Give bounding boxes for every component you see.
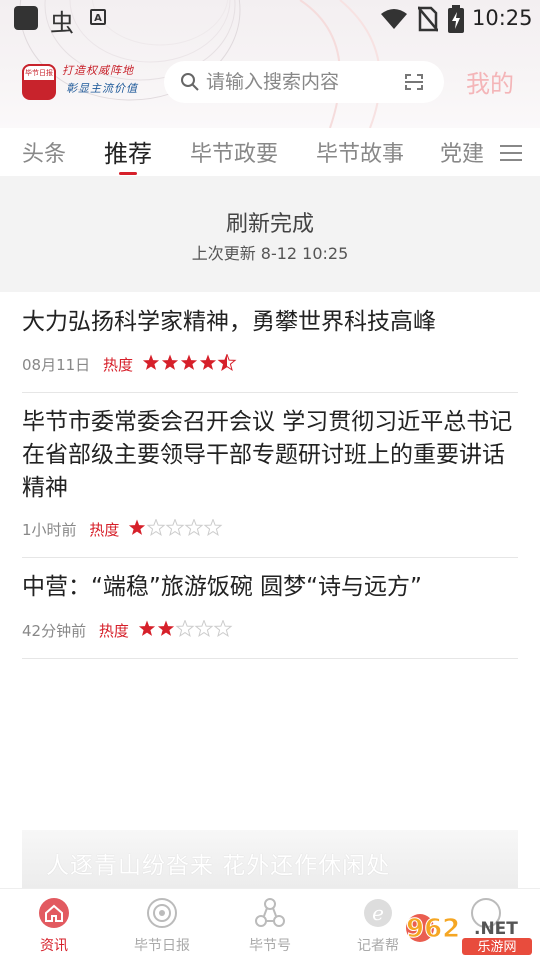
bug-icon: 虫: [50, 9, 74, 37]
tab-headline[interactable]: 头条: [22, 136, 66, 168]
tab-party-building[interactable]: 党建: [440, 136, 484, 168]
news-meta: 42分钟前 热度: [22, 620, 234, 641]
newspaper-icon: [147, 898, 177, 928]
star-icon: [217, 354, 237, 372]
refresh-title: 刷新完成: [225, 212, 314, 237]
heat-stars: [138, 620, 233, 638]
slogan-line-2: 彰显主流价值: [66, 82, 138, 95]
active-tab-indicator: [119, 172, 137, 175]
heat-label: 热度: [89, 521, 120, 539]
site-watermark: 962 .NET 乐游网: [406, 914, 532, 955]
star-icon: [213, 620, 233, 638]
star-icon: [203, 519, 223, 537]
mine-button[interactable]: 我的: [466, 64, 514, 99]
news-meta: 1小时前 热度: [22, 519, 224, 540]
status-bar: 虫 A 10:25: [0, 0, 540, 38]
watermark-suffix: .NET: [474, 919, 518, 939]
no-sim-icon: [418, 6, 438, 32]
news-meta: 08月11日 热度: [22, 354, 238, 375]
search-bar[interactable]: 请输入搜索内容: [164, 61, 444, 103]
slogan-line-1: 打造权威阵地: [62, 64, 134, 77]
menu-icon[interactable]: [500, 144, 522, 162]
star-icon: [161, 354, 178, 370]
heat-stars: [142, 354, 237, 372]
scan-icon[interactable]: [404, 73, 424, 91]
star-icon: [194, 620, 214, 638]
search-icon: [181, 73, 199, 91]
nav-bijie-account[interactable]: 毕节号: [216, 889, 324, 961]
header: 虫 A 10:25 毕节日报 打造权威阵地 彰显主流价值 请输入搜索内容 我的: [0, 0, 540, 128]
star-icon: [157, 620, 174, 636]
wifi-icon: [381, 9, 407, 29]
nav-bijie-daily[interactable]: 毕节日报: [108, 889, 216, 961]
clock: 10:25: [472, 6, 533, 30]
tab-bijie-politics[interactable]: 毕节政要: [190, 136, 278, 168]
news-title[interactable]: 毕节市委常委会召开会议 学习贯彻习近平总书记在省部级主要领导干部专题研讨班上的重…: [22, 406, 518, 505]
star-icon: [142, 354, 159, 370]
news-item[interactable]: 毕节市委常委会召开会议 学习贯彻习近平总书记在省部级主要领导干部专题研讨班上的重…: [22, 406, 518, 558]
molecule-icon: [255, 898, 285, 927]
news-time: 1小时前: [22, 521, 77, 539]
star-icon: [129, 519, 146, 535]
tab-bijie-stories[interactable]: 毕节故事: [316, 136, 404, 168]
banner-text: 人逐青山纷沓来 花外还作休闲处: [46, 853, 391, 879]
star-icon: [146, 519, 166, 537]
tab-recommend[interactable]: 推荐: [104, 134, 152, 169]
news-time: 42分钟前: [22, 622, 87, 640]
news-title[interactable]: 中营：“端稳”旅游饭碗 圆梦“诗与远方”: [22, 571, 518, 604]
nav-news[interactable]: 资讯: [0, 889, 108, 961]
svg-text:e: e: [372, 901, 384, 925]
nav-label: 毕节日报: [134, 938, 190, 954]
star-icon: [165, 519, 185, 537]
star-icon: [138, 620, 155, 636]
banner[interactable]: 人逐青山纷沓来 花外还作休闲处: [22, 830, 518, 888]
slogan: 打造权威阵地 彰显主流价值: [62, 62, 146, 98]
star-icon: [175, 620, 195, 638]
heat-label: 热度: [102, 356, 133, 374]
news-title[interactable]: 大力弘扬科学家精神，勇攀世界科技高峰: [22, 306, 518, 339]
watermark-caption: 乐游网: [477, 940, 516, 955]
heat-label: 热度: [98, 622, 129, 640]
app-logo[interactable]: 毕节日报: [22, 64, 56, 100]
logo-text: 毕节日报: [22, 64, 56, 82]
battery-charging-icon: [448, 5, 464, 33]
news-item[interactable]: 大力弘扬科学家精神，勇攀世界科技高峰 08月11日 热度: [22, 306, 518, 393]
watermark-brand: 962: [406, 914, 460, 944]
last-update-time: 上次更新 8-12 10:25: [191, 244, 349, 263]
news-time: 08月11日: [22, 356, 91, 374]
refresh-notice: 刷新完成 上次更新 8-12 10:25: [0, 176, 540, 292]
star-icon: [180, 354, 197, 370]
home-icon: [39, 898, 69, 928]
nav-label: 毕节号: [249, 938, 291, 954]
search-input[interactable]: 请输入搜索内容: [206, 61, 396, 103]
channel-tabs: 头条 推荐 毕节政要 毕节故事 党建: [0, 128, 540, 176]
news-item[interactable]: 中营：“端稳”旅游饭碗 圆梦“诗与远方” 42分钟前 热度: [22, 571, 518, 659]
star-icon: [199, 354, 216, 370]
heat-stars: [129, 519, 223, 537]
notice-a-icon: A: [90, 9, 106, 25]
e-icon: e: [364, 899, 392, 927]
nav-label: 资讯: [40, 938, 68, 954]
app-square-icon: [14, 6, 38, 30]
star-icon: [184, 519, 204, 537]
